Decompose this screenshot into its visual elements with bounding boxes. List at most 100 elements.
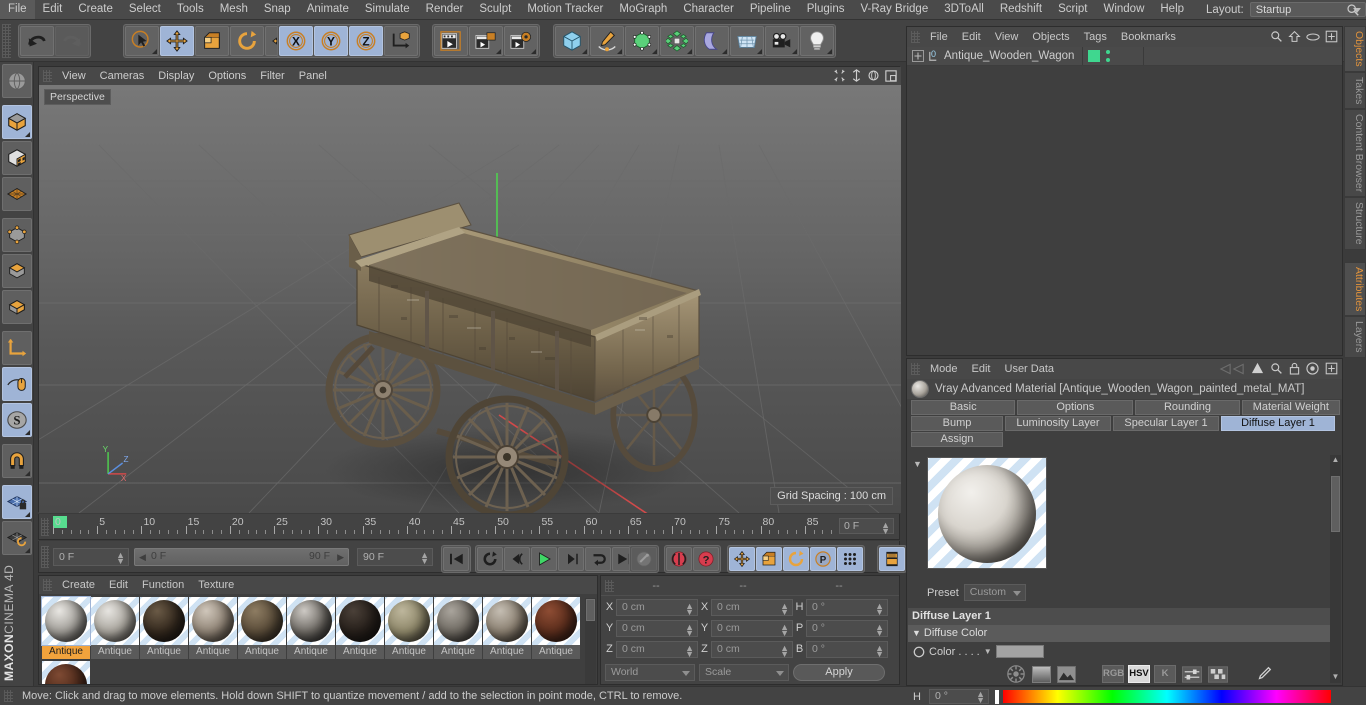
spline-pen-button[interactable]: [590, 26, 624, 56]
axis-y-button[interactable]: Y: [314, 26, 348, 56]
play-button[interactable]: [531, 547, 557, 571]
maximize-view-icon[interactable]: [885, 69, 897, 82]
hue-field[interactable]: 0 ° ▲ ▼: [929, 689, 989, 705]
dropdown-corner-icon[interactable]: [582, 49, 587, 54]
material-swatch-list[interactable]: Antique Antique Antique Antique Antique Antiq…: [39, 594, 597, 684]
coord-system-dropdown[interactable]: World: [605, 664, 695, 681]
rotate-button[interactable]: [230, 26, 264, 56]
history-back-icon[interactable]: [1219, 362, 1245, 375]
coord-field-position[interactable]: 0 cm ▲ ▼: [616, 619, 698, 637]
viewport-menu-display[interactable]: Display: [151, 68, 201, 85]
axis-modify-button[interactable]: [2, 331, 32, 365]
material-menu-create[interactable]: Create: [55, 577, 102, 594]
menu-item-animate[interactable]: Animate: [299, 0, 357, 19]
range-left-handle-icon[interactable]: ◀: [139, 552, 146, 563]
timeline-window-button[interactable]: [879, 547, 905, 571]
timeline-ruler-panel[interactable]: 051015202530354045505560657075808590 0 F…: [38, 514, 900, 540]
attributes-scrollbar[interactable]: ▲ ▼: [1330, 455, 1341, 683]
color-mode-k[interactable]: K: [1154, 665, 1176, 683]
record-active-objects-button[interactable]: [631, 547, 657, 571]
coord-field-size[interactable]: 0 cm ▲ ▼: [711, 598, 793, 616]
s-key-button[interactable]: S: [2, 403, 32, 437]
material-menu-texture[interactable]: Texture: [191, 577, 241, 594]
material-swatch[interactable]: Antique: [41, 596, 91, 661]
collapse-triangle-icon[interactable]: ▼: [913, 459, 922, 469]
material-swatch[interactable]: Antique: [385, 597, 433, 661]
menu-item-snap[interactable]: Snap: [256, 0, 299, 19]
dropdown-corner-icon[interactable]: [722, 49, 727, 54]
hue-slider-handle[interactable]: [995, 689, 999, 704]
material-swatch[interactable]: Antique: [532, 597, 580, 661]
viewport-menu-options[interactable]: Options: [201, 68, 253, 85]
stepper-icon[interactable]: ▲ ▼: [875, 622, 884, 637]
attribute-tab-options[interactable]: Options: [1017, 400, 1134, 415]
menu-item-edit[interactable]: Edit: [35, 0, 71, 19]
coord-field-size[interactable]: 0 cm ▲ ▼: [711, 619, 793, 637]
menu-item-mesh[interactable]: Mesh: [212, 0, 256, 19]
select-cursor-button[interactable]: [125, 26, 159, 56]
color-wheel-icon[interactable]: [1006, 664, 1026, 684]
coordinates-grip[interactable]: [605, 579, 614, 592]
magnet-snap-button[interactable]: [2, 444, 32, 478]
coord-field-rotation[interactable]: 0 ° ▲ ▼: [806, 619, 888, 637]
menu-item-motion-tracker[interactable]: Motion Tracker: [519, 0, 611, 19]
dropdown-corner-icon[interactable]: [652, 49, 657, 54]
attributes-grip[interactable]: [911, 363, 920, 375]
material-tag-icon[interactable]: [1088, 50, 1100, 62]
radio-circle-icon[interactable]: [913, 646, 925, 658]
attribute-tab-bump[interactable]: Bump: [911, 416, 1003, 431]
object-menu-file[interactable]: File: [923, 28, 955, 47]
record-rotation-button[interactable]: [783, 547, 809, 571]
attributes-menu-mode[interactable]: Mode: [923, 360, 965, 379]
nurbs-button[interactable]: [625, 26, 659, 56]
record-position-button[interactable]: [729, 547, 755, 571]
plus-box-icon[interactable]: [1325, 30, 1338, 43]
menu-item-3dtoall[interactable]: 3DToAll: [936, 0, 992, 19]
coord-field-position[interactable]: 0 cm ▲ ▼: [616, 640, 698, 658]
pan-icon[interactable]: [833, 69, 846, 82]
attribute-tab-material-weight[interactable]: Material Weight: [1241, 400, 1341, 415]
subsection-diffuse-color[interactable]: ▼ Diffuse Color: [908, 625, 1331, 642]
edge-mode-button[interactable]: [2, 254, 32, 288]
stepper-icon[interactable]: ▲ ▼: [685, 622, 694, 637]
camera-button[interactable]: [765, 26, 799, 56]
object-menu-view[interactable]: View: [988, 28, 1026, 47]
autokey-button[interactable]: [666, 547, 692, 571]
menu-item-file[interactable]: File: [0, 0, 35, 19]
bend-deformer-button[interactable]: [695, 26, 729, 56]
preview-range-slider[interactable]: 0 F 90 F ◀ ▶: [134, 548, 349, 566]
stepper-icon[interactable]: ▲ ▼: [976, 690, 985, 705]
move-button[interactable]: [160, 26, 194, 56]
dolly-icon[interactable]: [851, 69, 862, 82]
material-swatch[interactable]: Antique: [91, 597, 139, 661]
material-swatch[interactable]: Antique: [434, 597, 482, 661]
attributes-menu-edit[interactable]: Edit: [965, 360, 998, 379]
object-menu-tags[interactable]: Tags: [1077, 28, 1114, 47]
attribute-tab-luminosity-layer[interactable]: Luminosity Layer: [1005, 416, 1111, 431]
keyframe-selection-button[interactable]: ?: [693, 547, 719, 571]
dropdown-corner-icon[interactable]: [757, 49, 762, 54]
color-sliders-icon[interactable]: [1182, 665, 1202, 683]
loop-button[interactable]: [585, 547, 611, 571]
material-grip[interactable]: [43, 579, 52, 591]
render-settings-button[interactable]: [504, 26, 538, 56]
floor-environment-button[interactable]: [730, 26, 764, 56]
menu-item-character[interactable]: Character: [675, 0, 742, 19]
menu-item-help[interactable]: Help: [1152, 0, 1192, 19]
menu-item-mograph[interactable]: MoGraph: [611, 0, 675, 19]
attributes-menu-user-data[interactable]: User Data: [998, 360, 1062, 379]
menu-item-tools[interactable]: Tools: [169, 0, 212, 19]
coord-field-position[interactable]: 0 cm ▲ ▼: [616, 598, 698, 616]
target-icon[interactable]: [1306, 362, 1319, 375]
menu-item-simulate[interactable]: Simulate: [357, 0, 418, 19]
dropdown-corner-icon[interactable]: [152, 49, 157, 54]
dropdown-corner-icon[interactable]: [25, 471, 30, 476]
apply-button[interactable]: Apply: [793, 664, 885, 681]
axis-x-button[interactable]: X: [279, 26, 313, 56]
viewport-menu-view[interactable]: View: [55, 68, 93, 85]
eye-icon[interactable]: [1306, 32, 1320, 42]
color-swatches-icon[interactable]: [1208, 665, 1228, 683]
viewport-grip[interactable]: [43, 70, 52, 82]
material-swatch[interactable]: Antique: [238, 597, 286, 661]
dropdown-corner-icon[interactable]: [531, 49, 536, 54]
